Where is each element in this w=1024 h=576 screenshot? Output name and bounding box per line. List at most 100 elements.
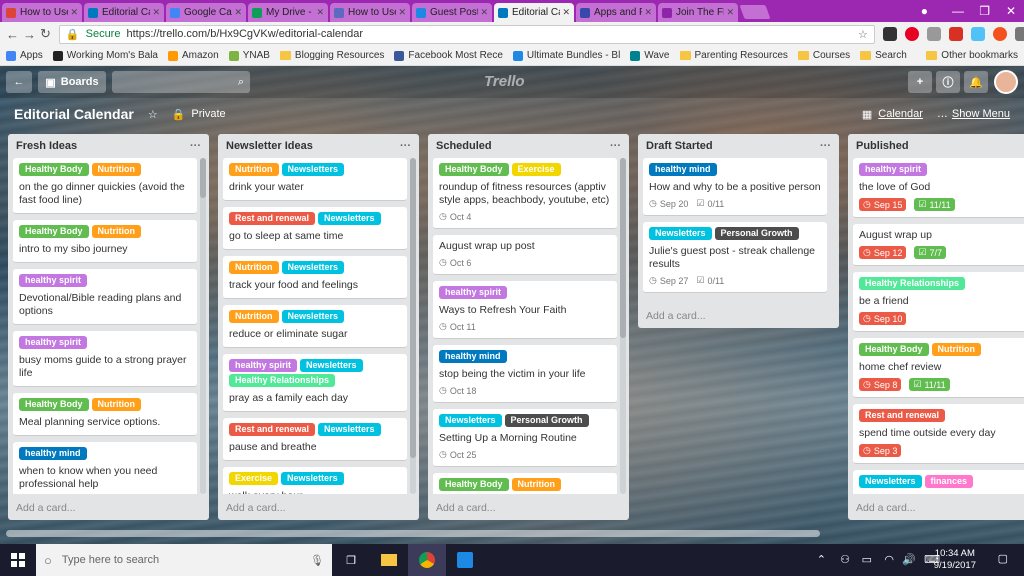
tab-close-icon[interactable]: ✕: [480, 7, 488, 18]
list-scrollbar[interactable]: [410, 158, 416, 494]
minimize-button[interactable]: —: [952, 0, 964, 22]
bookmark-item[interactable]: Wave: [630, 50, 670, 61]
card[interactable]: August wrap up ◷ Sep 12 ☑ 7/7: [853, 224, 1024, 266]
card[interactable]: Newsletters Personal Growth Julie's guest …: [643, 222, 827, 293]
taskbar-search-input[interactable]: ○ Type here to search 🎙: [36, 544, 332, 576]
list-scrollbar[interactable]: [620, 158, 626, 494]
bookmark-item[interactable]: Apps: [6, 50, 43, 61]
card[interactable]: healthy mind How and why to be a positive…: [643, 158, 827, 216]
new-tab-button[interactable]: [739, 5, 771, 19]
red-extension-icon[interactable]: [992, 27, 1007, 41]
list-scrollbar[interactable]: [200, 158, 206, 494]
tab-close-icon[interactable]: ✕: [644, 7, 652, 18]
tab-close-icon[interactable]: ✕: [316, 7, 324, 18]
info-icon[interactable]: ⓘ: [936, 71, 960, 93]
browser-tab[interactable]: My Drive - G✕: [248, 3, 328, 22]
card[interactable]: Nutrition Newsletters drink your water: [223, 158, 407, 201]
list-header[interactable]: Published···: [848, 134, 1024, 158]
url-input[interactable]: 🔒 Secure https://trello.com/b/Hx9CgVKw/e…: [58, 24, 875, 44]
card[interactable]: healthy spirit Devotional/Bible reading p…: [13, 269, 197, 325]
chrome-taskbar-icon[interactable]: [408, 544, 446, 576]
list-scrollbar-thumb[interactable]: [620, 158, 626, 338]
horizontal-scrollbar-thumb[interactable]: [6, 530, 820, 537]
card[interactable]: healthy spirit busy moms guide to a stron…: [13, 331, 197, 387]
battery-icon[interactable]: ▭: [862, 553, 872, 566]
card[interactable]: healthy spirit Ways to Refresh Your Faith…: [433, 281, 617, 339]
boards-button[interactable]: ▣ Boards: [38, 71, 106, 93]
clock[interactable]: 10:34 AM 9/19/2017: [934, 548, 976, 572]
list-header[interactable]: Draft Started ···: [638, 134, 839, 158]
windows-start-button[interactable]: [0, 544, 36, 576]
tab-close-icon[interactable]: ✕: [234, 7, 242, 18]
card[interactable]: Healthy Body Nutrition: [433, 473, 617, 494]
create-button[interactable]: +: [908, 71, 932, 93]
bookmark-item[interactable]: Courses: [797, 50, 850, 61]
card[interactable]: healthy spirit the love of God ◷ Sep 15 ☑ 11/…: [853, 158, 1024, 218]
other-bookmarks[interactable]: Other bookmarks: [926, 50, 1018, 61]
bookmark-item[interactable]: Parenting Resources: [679, 50, 788, 61]
list-menu-icon[interactable]: ···: [820, 140, 831, 152]
people-icon[interactable]: ⚇: [840, 553, 850, 566]
board-search-input[interactable]: ⌕: [112, 71, 250, 93]
volume-icon[interactable]: 🔊: [902, 553, 916, 566]
trello-logo[interactable]: Trello: [484, 73, 525, 90]
list-scrollbar-thumb[interactable]: [200, 158, 206, 198]
bookmark-item[interactable]: Ultimate Bundles - Bl: [512, 50, 620, 61]
card[interactable]: ExerciseNewsletters walk every hour: [223, 467, 407, 494]
card[interactable]: healthy mind when to know when you need p…: [13, 442, 197, 494]
bookmark-item[interactable]: Facebook Most Rece: [394, 50, 503, 61]
bookmark-item[interactable]: Search: [860, 50, 907, 61]
microphone-icon[interactable]: 🎙: [310, 554, 324, 567]
extension-icon[interactable]: [926, 27, 941, 41]
list-title[interactable]: Scheduled: [436, 140, 492, 152]
list-header[interactable]: Fresh Ideas ···: [8, 134, 209, 158]
snowflake-extension-icon[interactable]: [970, 27, 985, 41]
action-center-icon[interactable]: ▢: [998, 552, 1008, 565]
card[interactable]: Nutrition Newsletters track your food and …: [223, 256, 407, 299]
show-menu-button[interactable]: … Show Menu: [937, 108, 1010, 120]
file-explorer-icon[interactable]: [370, 544, 408, 576]
task-view-icon[interactable]: ❐: [332, 544, 370, 576]
menu-extension-icon[interactable]: [1014, 27, 1024, 41]
card[interactable]: Healthy Body Nutrition Meal planning servi…: [13, 393, 197, 436]
card[interactable]: Newslettersfinances post for Erin's book: [853, 470, 1024, 494]
tab-close-icon[interactable]: ✕: [70, 7, 78, 18]
bookmark-item[interactable]: Blogging Resources: [279, 50, 384, 61]
bookmark-item[interactable]: YNAB: [228, 50, 270, 61]
card[interactable]: August wrap up post ◷ Oct 6: [433, 235, 617, 275]
horizontal-scrollbar[interactable]: [0, 528, 1024, 538]
add-card-button[interactable]: Add a card...: [16, 502, 76, 514]
browser-tab[interactable]: Editorial Cal✕: [84, 3, 164, 22]
list-title[interactable]: Draft Started: [646, 140, 713, 152]
card[interactable]: Healthy Body Nutrition home chef review ◷ Se…: [853, 338, 1024, 398]
new-extension-icon[interactable]: [948, 27, 963, 41]
back-to-home-button[interactable]: ←: [6, 71, 32, 93]
card[interactable]: Rest and renewal Newsletters go to sleep a…: [223, 207, 407, 250]
card[interactable]: Rest and renewal Newsletters pause and bre…: [223, 418, 407, 461]
list-scrollbar-thumb[interactable]: [410, 158, 416, 458]
browser-tab[interactable]: Editorial Ca ✕: [494, 3, 574, 22]
board-title[interactable]: Editorial Calendar: [14, 106, 134, 122]
list-menu-icon[interactable]: ···: [190, 140, 201, 152]
browser-tab[interactable]: Apps and P ✕: [576, 3, 656, 22]
card[interactable]: Nutrition Newsletters reduce or eliminate …: [223, 305, 407, 348]
browser-tab[interactable]: Join The FF ✕: [658, 3, 738, 22]
card[interactable]: healthy spirit Newsletters Healthy Relatio…: [223, 354, 407, 412]
bookmark-star-icon[interactable]: ☆: [858, 28, 868, 41]
card[interactable]: Healthy Relationships be a friend ◷ Sep 10: [853, 272, 1024, 332]
avatar[interactable]: [994, 70, 1018, 94]
list-header[interactable]: Scheduled ···: [428, 134, 629, 158]
profile-icon[interactable]: ●: [921, 0, 928, 22]
tab-close-icon[interactable]: ✕: [398, 7, 406, 18]
add-card-button[interactable]: Add a card...: [856, 502, 916, 514]
card[interactable]: Healthy Body Nutrition on the go dinner qu…: [13, 158, 197, 214]
visibility-button[interactable]: 🔒 Private: [172, 108, 226, 121]
bookmark-item[interactable]: Working Mom's Bala: [52, 50, 158, 61]
wifi-icon[interactable]: ◠: [884, 553, 894, 566]
card[interactable]: Healthy Body Exercise roundup of fitness r…: [433, 158, 617, 229]
list-title[interactable]: Fresh Ideas: [16, 140, 77, 152]
browser-tab[interactable]: Google Cal ✕: [166, 3, 246, 22]
forward-icon[interactable]: →: [23, 27, 36, 42]
list-title[interactable]: Newsletter Ideas: [226, 140, 313, 152]
notifications-icon[interactable]: 🔔: [964, 71, 988, 93]
